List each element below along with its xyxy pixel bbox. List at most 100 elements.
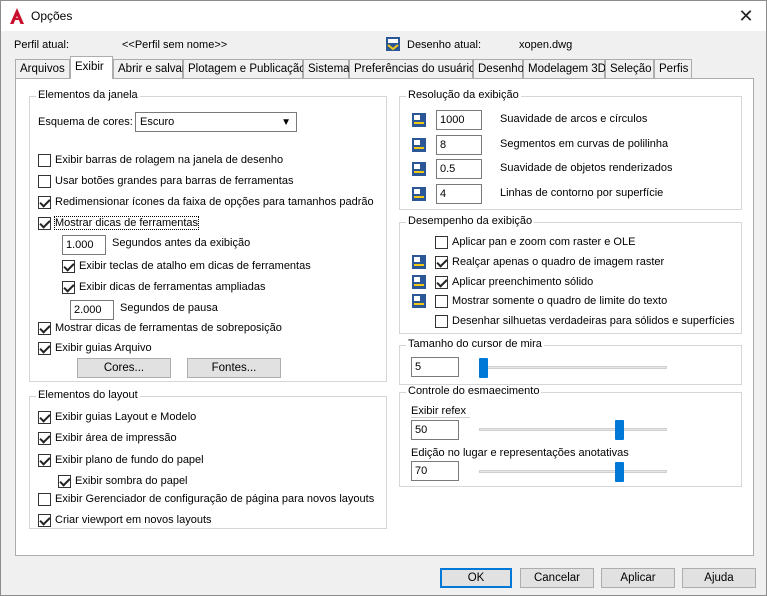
group-layout-elements: Elementos do layout Exibir guias Layout … [29, 389, 387, 529]
divider [411, 417, 470, 418]
group-display-performance: Desempenho da exibição Aplicar pan e zoo… [399, 215, 742, 334]
rollover-checkbox[interactable] [38, 321, 51, 335]
rendered-smoothness-label: Suavidade de objetos renderizados [500, 162, 673, 174]
seconds-before-label: Segundos antes da exibição [112, 237, 251, 249]
group-window-elements: Elementos da janela Esquema de cores: Es… [29, 89, 387, 382]
text-boundary-checkbox[interactable] [435, 294, 448, 308]
tooltips-checkbox[interactable] [38, 216, 51, 230]
layout-model-tabs-checkbox[interactable] [38, 410, 51, 424]
extended-tooltips-option[interactable]: Exibir dicas de ferramentas ampliadas [62, 280, 265, 296]
drawing-icon [386, 37, 400, 51]
layout-model-tabs-option[interactable]: Exibir guias Layout e Modelo [38, 410, 196, 426]
arc-smoothness-label: Suavidade de arcos e círculos [500, 113, 648, 125]
large-buttons-option[interactable]: Usar botões grandes para barras de ferra… [38, 174, 293, 190]
paper-shadow-option[interactable]: Exibir sombra do papel [58, 474, 188, 490]
tooltips-option[interactable]: Mostrar dicas de ferramentas [38, 216, 200, 232]
crosshair-slider-track[interactable] [479, 366, 667, 369]
tab-selecao[interactable]: Seleção [605, 59, 654, 78]
tab-panel-exibir: Elementos da janela Esquema de cores: Es… [15, 78, 754, 556]
group-fade-control: Controle do esmaecimento Exibir refex 50… [399, 385, 742, 487]
highlight-raster-checkbox[interactable] [435, 255, 448, 269]
contour-lines-input[interactable]: 4 [436, 184, 482, 204]
pan-zoom-raster-checkbox[interactable] [435, 235, 448, 249]
true-silhouettes-checkbox[interactable] [435, 314, 448, 328]
close-icon[interactable]: ✕ [734, 3, 758, 29]
tab-modelagem-3d[interactable]: Modelagem 3D [523, 59, 606, 78]
tab-desenho[interactable]: Desenho [473, 59, 524, 78]
group-title: Controle do esmaecimento [406, 385, 542, 397]
paper-background-checkbox[interactable] [38, 453, 51, 467]
drawing-property-icon [412, 294, 426, 308]
ok-button[interactable]: OK [440, 568, 512, 588]
scrollbars-checkbox[interactable] [38, 153, 51, 167]
arc-smoothness-input[interactable]: 1000 [436, 110, 482, 130]
true-silhouettes-option[interactable]: Desenhar silhuetas verdadeiras para sóli… [435, 314, 735, 330]
printable-area-checkbox[interactable] [38, 431, 51, 445]
crosshair-size-input[interactable]: 5 [411, 357, 459, 377]
drawing-property-icon [412, 162, 426, 176]
xref-fade-slider-thumb[interactable] [615, 420, 625, 440]
inplace-fade-slider-thumb[interactable] [615, 462, 625, 482]
paper-background-option[interactable]: Exibir plano de fundo do papel [38, 453, 204, 469]
rollover-option[interactable]: Mostrar dicas de ferramentas de sobrepos… [38, 321, 282, 337]
profile-label: Perfil atual: [14, 39, 70, 51]
group-crosshair-size: Tamanho do cursor de mira 5 [399, 338, 742, 385]
tab-abrir-salvar[interactable]: Abrir e salvar [113, 59, 186, 78]
inplace-fade-input[interactable]: 70 [411, 461, 459, 481]
tab-arquivos[interactable]: Arquivos [15, 59, 70, 78]
solid-fill-option[interactable]: Aplicar preenchimento sólido [435, 275, 593, 291]
shortcut-keys-option[interactable]: Exibir teclas de atalho em dicas de ferr… [62, 259, 311, 275]
tab-exibir[interactable]: Exibir [70, 56, 113, 79]
create-viewport-checkbox[interactable] [38, 513, 51, 527]
paper-shadow-checkbox[interactable] [58, 474, 71, 488]
drawing-value: xopen.dwg [519, 39, 573, 51]
highlight-raster-option[interactable]: Realçar apenas o quadro de imagem raster [435, 255, 664, 271]
contour-lines-label: Linhas de contorno por superfície [500, 187, 664, 199]
file-tabs-checkbox[interactable] [38, 341, 51, 355]
rendered-smoothness-input[interactable]: 0.5 [436, 159, 482, 179]
drawing-property-icon [412, 187, 426, 201]
create-viewport-option[interactable]: Criar viewport em novos layouts [38, 513, 212, 529]
color-scheme-select[interactable]: Escuro ▼ [135, 112, 297, 132]
title-bar: Opções ✕ [1, 1, 766, 31]
apply-button[interactable]: Aplicar [601, 568, 675, 588]
xref-fade-slider-track[interactable] [479, 428, 667, 431]
drawing-label: Desenho atual: [407, 39, 481, 51]
drawing-property-icon [412, 255, 426, 269]
xref-fade-input[interactable]: 50 [411, 420, 459, 440]
crosshair-slider-thumb[interactable] [479, 358, 488, 378]
resize-ribbon-option[interactable]: Redimensionar ícones da faixa de opções … [38, 195, 374, 211]
group-title: Elementos do layout [36, 389, 140, 401]
file-tabs-option[interactable]: Exibir guias Arquivo [38, 341, 152, 357]
polyline-segments-input[interactable]: 8 [436, 135, 482, 155]
page-setup-checkbox[interactable] [38, 492, 51, 506]
colors-button[interactable]: Cores... [77, 358, 171, 378]
extended-tooltips-checkbox[interactable] [62, 280, 75, 294]
profile-value: <<Perfil sem nome>> [122, 39, 228, 51]
inplace-fade-slider-track[interactable] [479, 470, 667, 473]
tab-preferencias[interactable]: Preferências do usuário [349, 59, 475, 78]
shortcut-keys-checkbox[interactable] [62, 259, 75, 273]
autocad-logo-icon [10, 8, 24, 24]
delay-input[interactable]: 2.000 [70, 300, 114, 320]
tab-perfis[interactable]: Perfis [654, 59, 692, 78]
scrollbars-option[interactable]: Exibir barras de rolagem na janela de de… [38, 153, 283, 169]
dialog-title: Opções [31, 9, 73, 23]
solid-fill-checkbox[interactable] [435, 275, 448, 289]
pan-zoom-raster-option[interactable]: Aplicar pan e zoom com raster e OLE [435, 235, 635, 251]
text-boundary-option[interactable]: Mostrar somente o quadro de limite do te… [435, 294, 667, 310]
large-buttons-checkbox[interactable] [38, 174, 51, 188]
printable-area-option[interactable]: Exibir área de impressão [38, 431, 177, 447]
help-button[interactable]: Ajuda [682, 568, 756, 588]
tab-plotagem[interactable]: Plotagem e Publicação [183, 59, 306, 78]
page-setup-option[interactable]: Exibir Gerenciador de configuração de pá… [38, 492, 374, 508]
seconds-before-input[interactable]: 1.000 [62, 235, 106, 255]
cancel-button[interactable]: Cancelar [520, 568, 594, 588]
drawing-property-icon [412, 113, 426, 127]
resize-ribbon-checkbox[interactable] [38, 195, 51, 209]
color-scheme-value: Escuro [140, 116, 175, 128]
tab-sistema[interactable]: Sistema [303, 59, 350, 78]
chevron-down-icon: ▼ [281, 117, 291, 128]
options-dialog: Opções ✕ Perfil atual: <<Perfil sem nome… [0, 0, 767, 596]
fonts-button[interactable]: Fontes... [187, 358, 281, 378]
